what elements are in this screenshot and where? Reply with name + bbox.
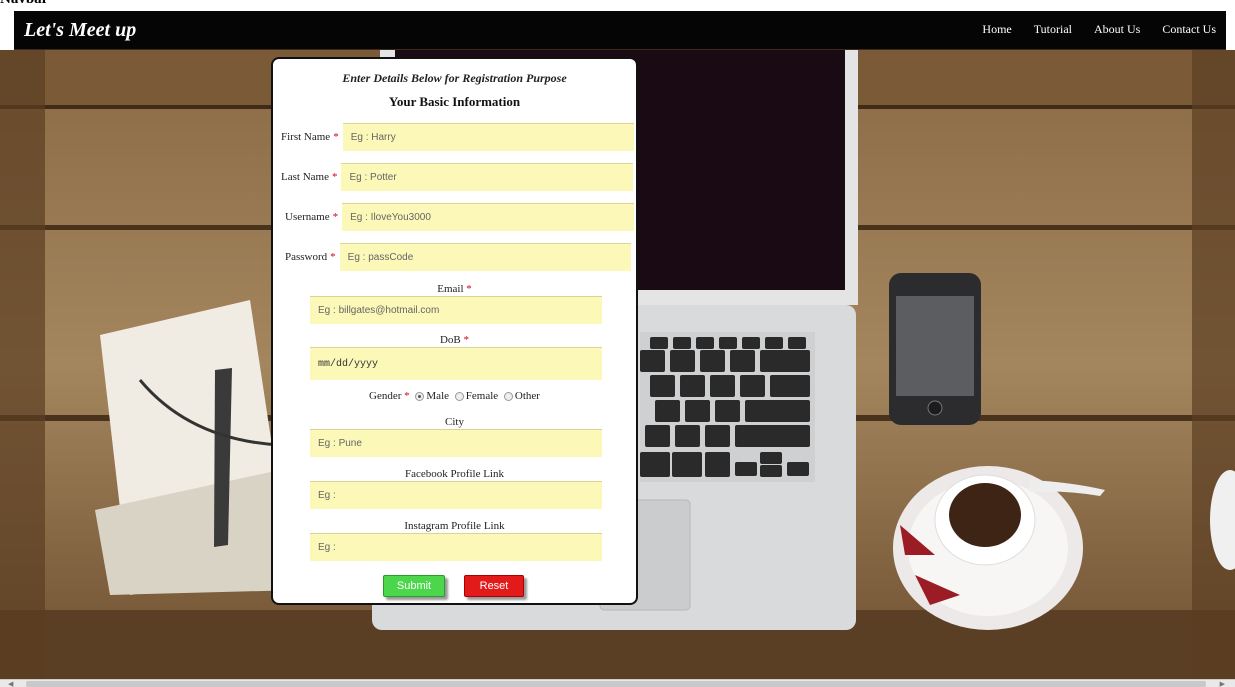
required-mark: * xyxy=(333,131,339,143)
first-name-row: First Name * Eg : Harry xyxy=(281,123,634,151)
reset-button[interactable]: Reset xyxy=(464,575,524,597)
gender-female-radio[interactable] xyxy=(454,391,464,401)
gender-other-label: Other xyxy=(514,390,540,402)
navbar: Let's Meet up Home Tutorial About Us Con… xyxy=(14,11,1226,51)
email-label-row: Email * xyxy=(273,283,636,295)
email-label: Email xyxy=(437,283,464,295)
facebook-label: Facebook Profile Link xyxy=(405,468,504,480)
nav-contact-us[interactable]: Contact Us xyxy=(1162,22,1216,37)
last-name-row: Last Name * Eg : Potter xyxy=(281,163,634,191)
nav-tutorial[interactable]: Tutorial xyxy=(1034,22,1072,37)
partial-heading: Navbar xyxy=(0,0,48,8)
password-label: Password xyxy=(285,251,328,263)
username-row: Username * Eg : IloveYou3000 xyxy=(285,203,635,231)
password-input[interactable]: Eg : passCode xyxy=(339,243,631,271)
username-input[interactable]: Eg : IloveYou3000 xyxy=(342,203,635,231)
gender-male-radio[interactable] xyxy=(415,391,425,401)
last-name-label: Last Name xyxy=(281,171,329,183)
scroll-right-icon[interactable]: ▶ xyxy=(1220,680,1225,687)
form-intro: Enter Details Below for Registration Pur… xyxy=(342,71,567,85)
city-input[interactable]: Eg : Pune xyxy=(310,429,602,457)
required-mark: * xyxy=(331,171,338,183)
scroll-left-icon[interactable]: ◀ xyxy=(8,680,13,687)
required-mark: * xyxy=(404,390,410,402)
page-top-strip: Navbar xyxy=(0,0,1235,11)
instagram-input[interactable]: Eg : xyxy=(310,533,602,561)
first-name-label: First Name xyxy=(281,131,331,143)
nav-home[interactable]: Home xyxy=(982,22,1011,37)
email-input[interactable]: Eg : billgates@hotmail.com xyxy=(310,296,602,324)
nav-about-us[interactable]: About Us xyxy=(1094,22,1140,37)
username-label: Username xyxy=(285,211,330,223)
submit-button[interactable]: Submit xyxy=(383,575,445,597)
city-label: City xyxy=(445,416,464,428)
instagram-label: Instagram Profile Link xyxy=(404,520,505,532)
dob-label: DoB xyxy=(439,334,461,346)
required-mark: * xyxy=(463,334,470,346)
required-mark: * xyxy=(466,283,472,295)
dob-label-row: DoB * xyxy=(273,334,636,346)
first-name-input[interactable]: Eg : Harry xyxy=(342,123,634,151)
scrollbar-thumb[interactable] xyxy=(26,681,1206,687)
form-heading: Your Basic Information xyxy=(388,94,521,109)
horizontal-scrollbar[interactable]: ◀ ▶ xyxy=(0,679,1235,687)
nav-links: Home Tutorial About Us Contact Us xyxy=(960,22,1216,37)
dob-input[interactable]: mm/dd/yyyy xyxy=(310,347,602,380)
gender-male-label: Male xyxy=(426,390,450,402)
gender-row: Gender * Male Female Other xyxy=(273,390,636,402)
brand-title[interactable]: Let's Meet up xyxy=(24,19,136,42)
registration-card: Enter Details Below for Registration Pur… xyxy=(271,57,638,605)
facebook-input[interactable]: Eg : xyxy=(310,481,602,509)
gender-female-label: Female xyxy=(465,390,499,402)
required-mark: * xyxy=(330,251,336,263)
required-mark: * xyxy=(332,211,339,223)
gender-other-radio[interactable] xyxy=(503,391,513,401)
gender-label: Gender xyxy=(369,390,402,402)
last-name-input[interactable]: Eg : Potter xyxy=(341,163,634,191)
password-row: Password * Eg : passCode xyxy=(285,243,631,271)
